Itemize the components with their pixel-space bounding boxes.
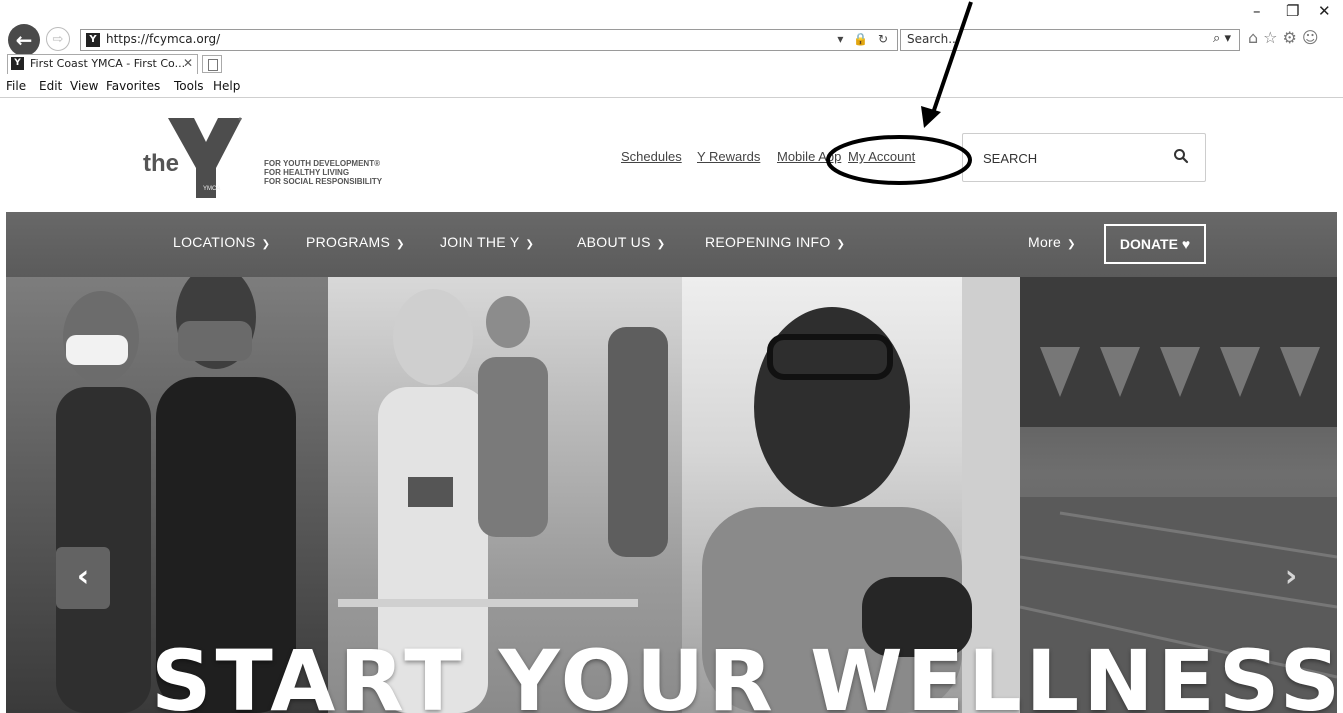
donate-label: DONATE xyxy=(1119,236,1178,252)
chevron-down-icon: ❯ xyxy=(836,239,846,250)
back-arrow-icon[interactable]: ← xyxy=(8,24,40,56)
address-actions[interactable]: ▾ 🔒 ↻ xyxy=(837,32,891,46)
nav-label: More xyxy=(1028,234,1062,250)
logo-ymca-text: YMCA xyxy=(203,186,220,192)
site-header: the YMCA FOR YOUTH DEVELOPMENT® FOR HEAL… xyxy=(0,98,1343,212)
toolbar-icons: ⌂☆⚙☺ xyxy=(1248,28,1324,47)
chevron-down-icon: ❯ xyxy=(525,239,535,250)
browser-toolbar: ← ⇨ Y https://fcymca.org/ ▾ 🔒 ↻ Search..… xyxy=(0,0,1343,56)
main-nav: LOCATIONS ❯ PROGRAMS ❯ JOIN THE Y ❯ ABOUT U… xyxy=(6,212,1337,277)
nav-label: LOCATIONS xyxy=(173,234,256,250)
carousel-prev-button[interactable]: ‹ xyxy=(56,547,110,609)
carousel-next-button[interactable]: › xyxy=(1276,547,1306,609)
ymca-favicon-icon: Y xyxy=(86,33,100,47)
close-window-button[interactable]: ✕ xyxy=(1318,2,1331,20)
nav-programs[interactable]: PROGRAMS ❯ xyxy=(306,234,405,250)
menu-tools[interactable]: Tools xyxy=(174,79,204,93)
chevron-down-icon: ❯ xyxy=(261,239,271,250)
donate-button[interactable]: DONATE ♥ xyxy=(1104,224,1206,264)
nav-label: REOPENING INFO xyxy=(705,234,831,250)
ymca-favicon-icon: Y xyxy=(11,57,24,70)
browser-search-placeholder: Search... xyxy=(907,32,960,46)
nav-join-the-y[interactable]: JOIN THE Y ❯ xyxy=(440,234,534,250)
restore-button[interactable]: ❐ xyxy=(1286,2,1299,20)
tagline: FOR YOUTH DEVELOPMENT® FOR HEALTHY LIVIN… xyxy=(264,159,382,186)
close-tab-icon[interactable]: ✕ xyxy=(183,56,193,70)
link-mobile-app[interactable]: Mobile App xyxy=(777,149,841,164)
chevron-down-icon: ❯ xyxy=(396,239,405,250)
browser-search-box[interactable]: Search... ⌕ ▾ xyxy=(900,29,1240,51)
tab-bar: Y First Coast YMCA - First Co... ✕ xyxy=(0,53,1343,75)
nav-label: ABOUT US xyxy=(577,234,651,250)
menu-view[interactable]: View xyxy=(70,79,98,93)
smiley-icon[interactable]: ☺ xyxy=(1302,28,1324,47)
menu-help[interactable]: Help xyxy=(213,79,240,93)
nav-reopening-info[interactable]: REOPENING INFO ❯ xyxy=(705,234,845,250)
minimize-button[interactable]: – xyxy=(1253,2,1261,20)
heart-icon: ♥ xyxy=(1181,236,1191,252)
tagline-line: FOR HEALTHY LIVING xyxy=(264,168,350,177)
address-bar[interactable]: Y https://fcymca.org/ ▾ 🔒 ↻ xyxy=(80,29,898,51)
site-search-placeholder: SEARCH xyxy=(983,151,1038,166)
tagline-line: FOR YOUTH DEVELOPMENT® xyxy=(264,159,380,168)
menu-edit[interactable]: Edit xyxy=(39,79,62,93)
link-schedules[interactable]: Schedules xyxy=(621,149,682,164)
home-icon[interactable]: ⌂ xyxy=(1248,28,1263,47)
nav-label: PROGRAMS xyxy=(306,234,391,250)
address-url[interactable]: https://fcymca.org/ xyxy=(106,32,220,46)
menu-bar: File Edit View Favorites Tools Help xyxy=(0,76,1343,98)
search-icon[interactable]: ⌕ ▾ xyxy=(1213,31,1231,46)
browser-tab[interactable]: Y First Coast YMCA - First Co... ✕ xyxy=(7,54,198,74)
hero-carousel[interactable]: ‹ › START YOUR WELLNESS xyxy=(6,277,1337,713)
link-my-account[interactable]: My Account xyxy=(848,149,915,164)
nav-locations[interactable]: LOCATIONS ❯ xyxy=(173,234,270,250)
search-icon[interactable] xyxy=(1173,148,1189,164)
star-icon[interactable]: ☆ xyxy=(1263,28,1282,47)
nav-more[interactable]: More ❯ xyxy=(1028,234,1076,250)
menu-favorites[interactable]: Favorites xyxy=(106,79,160,93)
tagline-line: FOR SOCIAL RESPONSIBILITY xyxy=(264,177,383,186)
nav-about-us[interactable]: ABOUT US ❯ xyxy=(577,234,665,250)
ymca-logo-icon[interactable]: YMCA xyxy=(168,116,244,198)
nav-label: JOIN THE Y xyxy=(440,234,520,250)
hero-headline: START YOUR WELLNESS xyxy=(151,632,1337,713)
chevron-down-icon: ❯ xyxy=(1067,239,1076,250)
tab-title: First Coast YMCA - First Co... xyxy=(30,57,186,70)
new-tab-button[interactable] xyxy=(202,55,222,73)
gear-icon[interactable]: ⚙ xyxy=(1283,28,1302,47)
site-search-input[interactable]: SEARCH xyxy=(962,133,1206,182)
forward-arrow-icon[interactable]: ⇨ xyxy=(46,27,70,51)
chevron-down-icon: ❯ xyxy=(656,239,666,250)
link-y-rewards[interactable]: Y Rewards xyxy=(697,149,760,164)
menu-file[interactable]: File xyxy=(6,79,26,93)
